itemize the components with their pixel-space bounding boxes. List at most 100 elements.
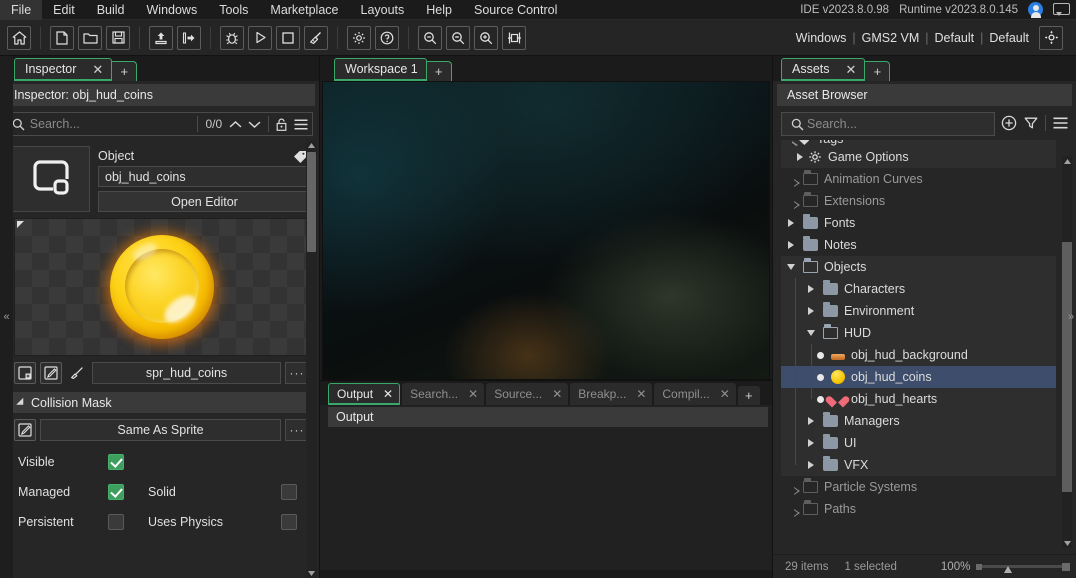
chevron-right-icon[interactable]: [783, 219, 799, 227]
chevron-right-icon[interactable]: [783, 483, 800, 495]
tab-compile-errors[interactable]: Compil... ✕: [654, 383, 736, 405]
target-platform-label[interactable]: Windows: [790, 31, 853, 45]
sprite-preview[interactable]: [14, 218, 309, 356]
add-tab-button[interactable]: +: [111, 61, 138, 81]
tree-row-fonts[interactable]: Fonts: [781, 212, 1056, 234]
chevron-right-icon[interactable]: [792, 153, 808, 161]
close-icon[interactable]: ✕: [92, 63, 103, 76]
close-icon[interactable]: ✕: [846, 63, 857, 76]
tab-output[interactable]: Output ✕: [328, 383, 401, 405]
chevron-down-icon[interactable]: [783, 264, 799, 270]
tree-row-obj-hud-coins[interactable]: obj_hud_coins: [781, 366, 1056, 388]
import-icon[interactable]: [149, 25, 173, 50]
add-workspace-button[interactable]: +: [425, 61, 452, 81]
tree-row-game-options[interactable]: Game Options: [781, 146, 1056, 168]
tree-row-characters[interactable]: Characters: [781, 278, 1056, 300]
chat-bubble-icon[interactable]: [1053, 3, 1070, 16]
help-question-icon[interactable]: [375, 25, 399, 50]
zoom-slider[interactable]: [976, 561, 1070, 573]
tab-search-results[interactable]: Search... ✕: [402, 383, 485, 405]
tree-row-notes[interactable]: Notes: [781, 234, 1056, 256]
tree-row-particle-systems[interactable]: Particle Systems: [781, 476, 1056, 498]
chevron-right-icon[interactable]: [783, 241, 799, 249]
managed-checkbox[interactable]: [108, 484, 124, 500]
tab-breakpoints[interactable]: Breakp... ✕: [570, 383, 653, 405]
open-folder-icon[interactable]: [78, 25, 102, 50]
save-icon[interactable]: [106, 25, 130, 50]
export-icon[interactable]: [177, 25, 201, 50]
close-icon[interactable]: ✕: [636, 387, 646, 401]
collision-mask-value[interactable]: Same As Sprite: [40, 419, 281, 441]
persistent-checkbox[interactable]: [108, 514, 124, 530]
close-icon[interactable]: ✕: [468, 387, 478, 401]
filter-icon[interactable]: [1021, 113, 1041, 133]
assets-collapse-handle[interactable]: »: [1066, 56, 1076, 578]
zoom-slider-knob[interactable]: [1004, 565, 1013, 573]
chevron-right-icon[interactable]: [783, 175, 800, 187]
preferences-gear-icon[interactable]: [347, 25, 371, 50]
tree-row-objects[interactable]: Objects: [781, 256, 1056, 278]
tab-inspector[interactable]: Inspector ✕: [14, 58, 113, 81]
add-assets-tab-button[interactable]: +: [864, 61, 891, 81]
add-asset-icon[interactable]: [999, 113, 1019, 133]
new-file-icon[interactable]: [50, 25, 74, 50]
chevron-right-icon[interactable]: [803, 461, 819, 469]
close-icon[interactable]: ✕: [383, 387, 393, 401]
uses-physics-checkbox[interactable]: [281, 514, 297, 530]
lock-icon[interactable]: [274, 114, 289, 134]
collision-mask-section-header[interactable]: Collision Mask: [8, 392, 309, 413]
paint-brush-icon[interactable]: [66, 362, 88, 384]
sprite-name-field[interactable]: spr_hud_coins: [92, 362, 281, 384]
inspector-collapse-handle[interactable]: «: [0, 56, 13, 578]
tag-icon[interactable]: [293, 150, 307, 163]
chevron-right-icon[interactable]: [803, 307, 819, 315]
inspector-scroll-thumb[interactable]: [307, 152, 316, 252]
tree-row-hud[interactable]: HUD: [781, 322, 1056, 344]
tree-row-animation-curves[interactable]: Animation Curves: [781, 168, 1056, 190]
object-name-field[interactable]: obj_hud_coins: [98, 166, 311, 187]
zoom-slider-track[interactable]: [982, 565, 1062, 568]
tree-row-extensions[interactable]: Extensions: [781, 190, 1056, 212]
assets-search-input[interactable]: [807, 117, 989, 131]
open-editor-button[interactable]: Open Editor: [98, 191, 311, 212]
target-settings-icon[interactable]: [1039, 25, 1063, 50]
close-icon[interactable]: ✕: [552, 387, 562, 401]
add-output-tab-button[interactable]: +: [737, 386, 760, 405]
menu-marketplace[interactable]: Marketplace: [259, 0, 349, 20]
close-icon[interactable]: ✕: [720, 387, 730, 401]
tree-row-obj-hud-hearts[interactable]: obj_hud_hearts: [781, 388, 1056, 410]
assets-search-row[interactable]: [781, 112, 995, 136]
debug-bug-icon[interactable]: [220, 25, 244, 50]
target-device-label[interactable]: Default: [983, 31, 1035, 45]
tree-row-paths[interactable]: Paths: [781, 498, 1056, 520]
tree-row-managers[interactable]: Managers: [781, 410, 1056, 432]
clean-broom-icon[interactable]: [304, 25, 328, 50]
scroll-down-icon[interactable]: [307, 568, 316, 578]
menu-help[interactable]: Help: [415, 0, 463, 20]
menu-source-control[interactable]: Source Control: [463, 0, 568, 20]
new-sprite-icon[interactable]: [14, 362, 36, 384]
menu-layouts[interactable]: Layouts: [350, 0, 416, 20]
zoom-out-icon[interactable]: [418, 25, 442, 50]
menu-edit[interactable]: Edit: [42, 0, 86, 20]
layout-icon[interactable]: [502, 25, 526, 50]
tree-row-obj-hud-background[interactable]: obj_hud_background: [781, 344, 1056, 366]
solid-checkbox[interactable]: [281, 484, 297, 500]
inspector-scrollbar[interactable]: [306, 140, 317, 578]
tree-row-vfx[interactable]: VFX: [781, 454, 1056, 476]
inspector-search-input[interactable]: [29, 117, 191, 131]
chevron-right-icon[interactable]: [803, 285, 819, 293]
home-icon[interactable]: [7, 25, 31, 50]
chevron-right-icon[interactable]: [803, 439, 819, 447]
workspace-canvas[interactable]: [322, 81, 770, 380]
visible-checkbox[interactable]: [108, 454, 124, 470]
edit-mask-icon[interactable]: [14, 419, 36, 441]
run-play-icon[interactable]: [248, 25, 272, 50]
menu-windows[interactable]: Windows: [136, 0, 209, 20]
zoom-in-icon[interactable]: [474, 25, 498, 50]
search-next-icon[interactable]: [247, 114, 262, 134]
tab-source-control[interactable]: Source... ✕: [486, 383, 569, 405]
menu-hamburger-icon[interactable]: [293, 114, 308, 134]
stop-square-icon[interactable]: [276, 25, 300, 50]
menu-tools[interactable]: Tools: [208, 0, 259, 20]
